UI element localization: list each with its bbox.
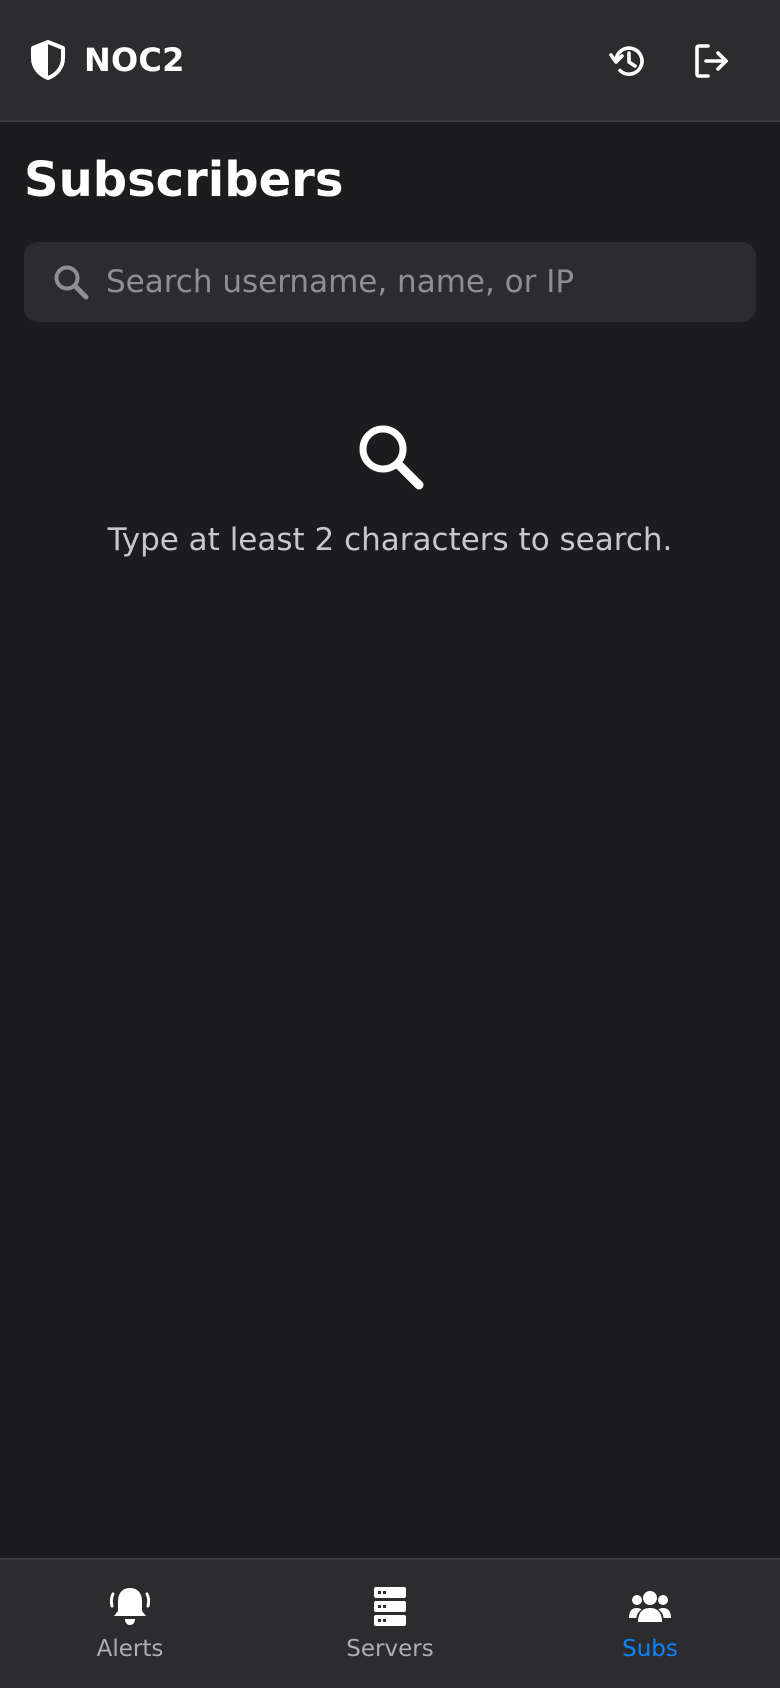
search-bar[interactable] [24,242,756,322]
page-title: Subscribers [24,152,344,208]
history-icon [609,46,644,76]
tab-label-alerts: Alerts [96,1636,164,1662]
empty-state-message: Type at least 2 characters to search. [107,522,673,558]
bottom-tab-bar: Alerts Servers Subs [0,1558,780,1688]
logout-icon [695,44,728,78]
shield-icon [31,40,65,80]
empty-state: Type at least 2 characters to search. [0,420,780,558]
tab-alerts[interactable]: Alerts [40,1584,220,1674]
tab-label-servers: Servers [346,1636,434,1662]
server-icon [374,1587,406,1626]
top-header: NOC2 [0,0,780,122]
tab-label-subs: Subs [622,1636,678,1662]
tab-servers[interactable]: Servers [300,1584,480,1674]
app-root: NOC2 Subscribers Search username, name, … [0,0,780,1688]
search-icon [54,265,89,300]
logout-button[interactable] [684,33,740,89]
search-icon [359,425,424,490]
app-title: NOC2 [84,41,185,79]
users-icon [629,1591,671,1622]
brand: NOC2 [30,38,185,82]
history-button[interactable] [600,33,656,89]
tab-subs[interactable]: Subs [560,1584,740,1674]
bell-icon [109,1588,151,1625]
search-input[interactable] [106,252,756,312]
